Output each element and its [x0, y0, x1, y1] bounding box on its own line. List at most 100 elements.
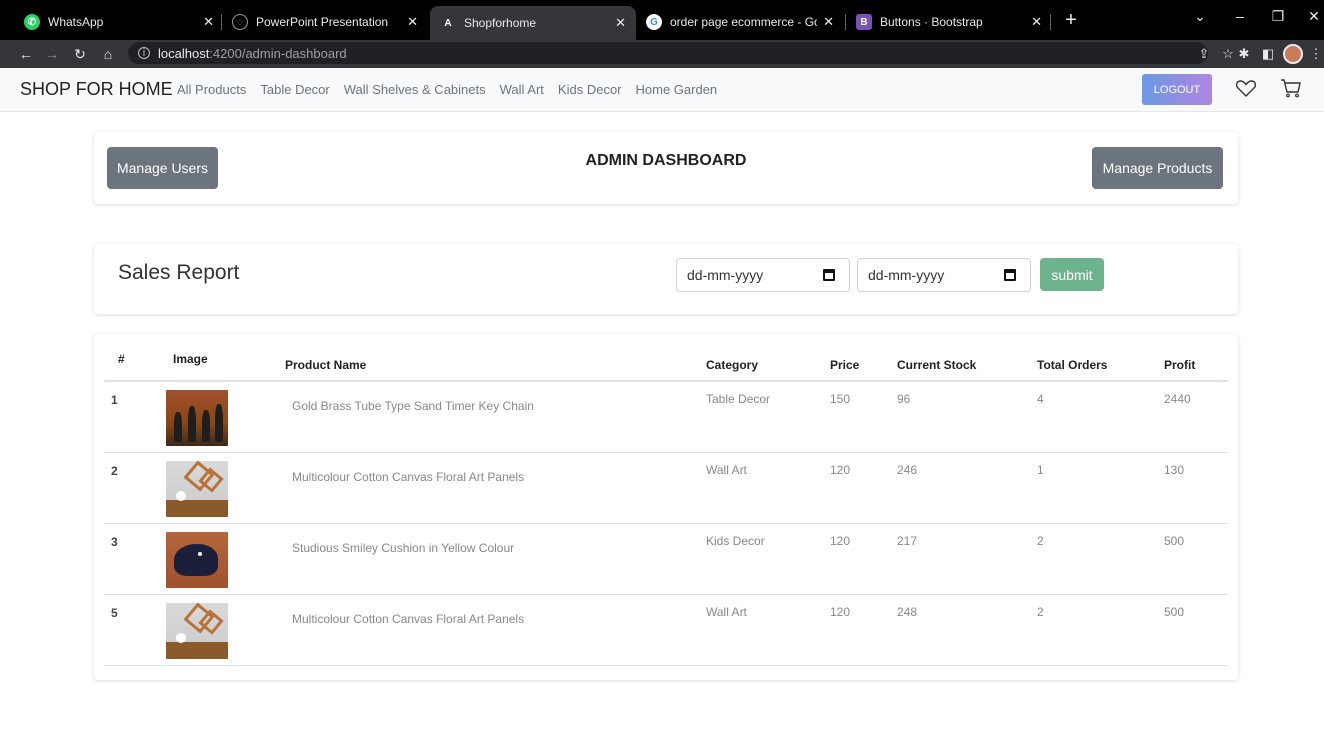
table-row: 2 Multicolour Cotton Canvas Floral Art P… — [104, 453, 1228, 524]
logout-button[interactable]: LOGOUT — [1142, 74, 1212, 105]
product-orders: 1 — [1037, 463, 1044, 477]
cart-icon[interactable] — [1279, 76, 1303, 100]
table-row: 5 Multicolour Cotton Canvas Floral Art P… — [104, 595, 1228, 666]
sales-report-title: Sales Report — [118, 261, 240, 284]
heart-icon[interactable] — [1234, 76, 1258, 100]
product-stock: 248 — [897, 605, 918, 619]
sales-report-card: Sales Report dd-mm-yyyy dd-mm-yyyy submi… — [94, 244, 1238, 314]
tab-label: Shopforhome — [464, 16, 537, 30]
product-price: 120 — [830, 534, 851, 548]
column-header-total-orders: Total Orders — [1037, 358, 1108, 372]
tab-label: Buttons · Bootstrap — [880, 15, 983, 29]
url-host: localhost — [158, 45, 210, 61]
to-date-placeholder: dd-mm-yyyy — [868, 267, 945, 283]
to-date-input[interactable]: dd-mm-yyyy — [857, 258, 1031, 292]
bootstrap-icon: B — [856, 14, 872, 30]
submit-button[interactable]: submit — [1040, 258, 1104, 291]
manage-products-button[interactable]: Manage Products — [1092, 147, 1223, 189]
page-title: ADMIN DASHBOARD — [585, 152, 747, 169]
column-header-image: Image — [173, 352, 208, 366]
profile-avatar[interactable] — [1283, 44, 1303, 64]
tab-whatsapp[interactable]: ✆ WhatsApp ✕ — [14, 8, 224, 36]
row-number: 2 — [111, 464, 118, 478]
product-profit: 500 — [1164, 534, 1185, 548]
close-icon[interactable]: ✕ — [823, 14, 834, 30]
share-icon[interactable]: ⇪ — [1194, 44, 1214, 64]
extensions-icon[interactable]: ✱ — [1234, 44, 1254, 64]
restore-icon[interactable]: ❐ — [1268, 8, 1288, 25]
new-tab-icon[interactable]: + — [1060, 8, 1082, 32]
product-stock: 246 — [897, 463, 918, 477]
back-arrow-icon[interactable]: ← — [16, 43, 36, 65]
url-path: :4200/admin-dashboard — [209, 45, 347, 61]
tab-separator — [1050, 14, 1051, 30]
product-image — [166, 603, 228, 659]
close-icon[interactable]: ✕ — [1031, 14, 1042, 30]
chevron-down-icon[interactable]: ⌄ — [1190, 8, 1210, 25]
from-date-input[interactable]: dd-mm-yyyy — [676, 258, 850, 292]
column-header-profit: Profit — [1164, 358, 1196, 372]
close-icon[interactable]: ✕ — [203, 14, 214, 30]
nav-link-kids-decor[interactable]: Kids Decor — [558, 82, 622, 97]
product-profit: 130 — [1164, 463, 1185, 477]
nav-link-home-garden[interactable]: Home Garden — [636, 82, 718, 97]
tab-powerpoint[interactable]: ◌ PowerPoint Presentation ✕ — [222, 8, 428, 36]
tab-shopforhome[interactable]: A Shopforhome ✕ — [430, 6, 636, 40]
window-close-icon[interactable]: ✕ — [1304, 8, 1324, 25]
calendar-icon[interactable] — [823, 269, 835, 281]
nav-link-wall-art[interactable]: Wall Art — [500, 82, 544, 97]
calendar-icon[interactable] — [1004, 269, 1016, 281]
minimize-icon[interactable]: – — [1230, 8, 1250, 24]
product-name: Multicolour Cotton Canvas Floral Art Pan… — [292, 612, 525, 626]
column-header-num: # — [118, 352, 125, 366]
tab-google[interactable]: G order page ecommerce - Google ✕ — [636, 8, 844, 36]
row-number: 3 — [111, 535, 118, 549]
google-icon: G — [646, 14, 662, 30]
nav-link-all-products[interactable]: All Products — [177, 82, 246, 97]
url-field[interactable]: i localhost:4200/admin-dashboard — [128, 42, 1208, 64]
column-header-category: Category — [706, 358, 759, 372]
column-header-price: Price — [830, 358, 860, 372]
reload-icon[interactable]: ↻ — [70, 43, 90, 65]
from-date-placeholder: dd-mm-yyyy — [687, 267, 764, 283]
home-icon[interactable]: ⌂ — [98, 43, 118, 65]
column-header-current-stock: Current Stock — [897, 358, 977, 372]
table-row: 3 Studious Smiley Cushion in Yellow Colo… — [104, 524, 1228, 595]
nav-link-table-decor[interactable]: Table Decor — [260, 82, 329, 97]
product-orders: 2 — [1037, 534, 1044, 548]
product-category: Wall Art — [706, 605, 747, 619]
menu-kebab-icon[interactable]: ⋮ — [1306, 44, 1324, 64]
sidepanel-icon[interactable]: ◧ — [1258, 44, 1278, 64]
dashboard-header-card: Manage Users ADMIN DASHBOARD Manage Prod… — [94, 132, 1238, 204]
product-name: Gold Brass Tube Type Sand Timer Key Chai… — [292, 399, 534, 413]
nav-link-wall-shelves[interactable]: Wall Shelves & Cabinets — [344, 82, 486, 97]
product-category: Table Decor — [706, 392, 771, 406]
product-stock: 96 — [897, 392, 911, 406]
sales-table-card: # Image Product Name Category Price Curr… — [94, 334, 1238, 680]
product-category: Wall Art — [706, 463, 747, 477]
forward-arrow-icon[interactable]: → — [42, 43, 62, 65]
row-number: 1 — [111, 393, 118, 407]
browser-tab-bar: ✆ WhatsApp ✕ ◌ PowerPoint Presentation ✕… — [0, 0, 1324, 40]
angular-icon: A — [444, 17, 452, 29]
info-icon[interactable]: i — [138, 47, 150, 59]
row-number: 5 — [111, 606, 118, 620]
product-stock: 217 — [897, 534, 918, 548]
product-orders: 2 — [1037, 605, 1044, 619]
browser-address-bar: ← → ↻ ⌂ i localhost:4200/admin-dashboard… — [0, 40, 1324, 68]
product-price: 150 — [830, 392, 851, 406]
globe-icon: ◌ — [232, 14, 248, 30]
tab-label: PowerPoint Presentation — [256, 15, 389, 29]
product-image — [166, 532, 228, 588]
close-icon[interactable]: ✕ — [615, 15, 626, 31]
nav-links: All Products Table Decor Wall Shelves & … — [177, 82, 717, 97]
product-image — [166, 390, 228, 446]
product-name: Studious Smiley Cushion in Yellow Colour — [292, 541, 515, 555]
product-orders: 4 — [1037, 392, 1044, 406]
close-icon[interactable]: ✕ — [407, 14, 418, 30]
tab-bootstrap[interactable]: B Buttons · Bootstrap ✕ — [846, 8, 1052, 36]
whatsapp-icon: ✆ — [24, 14, 40, 30]
brand-logo[interactable]: SHOP FOR HOME — [20, 79, 173, 100]
tab-label: order page ecommerce - Google — [670, 15, 817, 29]
product-price: 120 — [830, 463, 851, 477]
